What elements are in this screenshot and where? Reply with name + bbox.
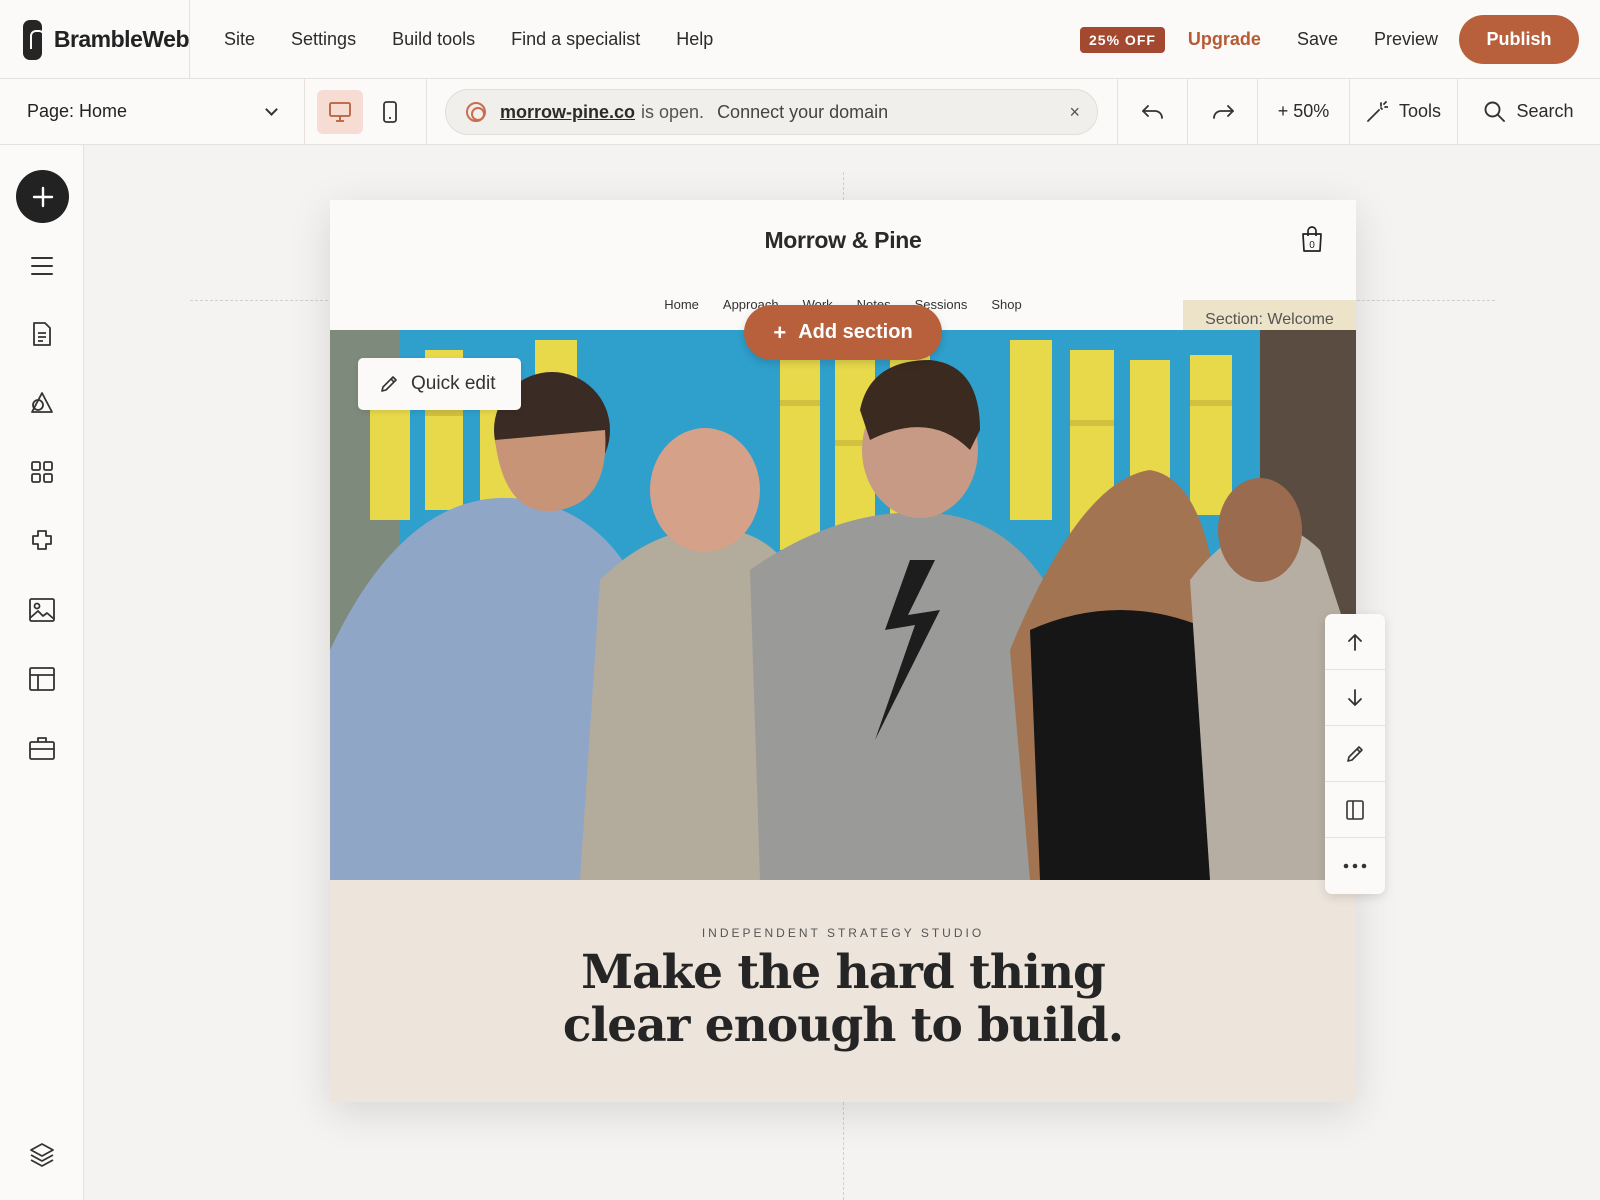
desktop-icon xyxy=(329,102,351,122)
table-icon[interactable] xyxy=(26,663,58,695)
brand-logo-icon xyxy=(23,19,45,60)
plus-icon: + xyxy=(773,319,787,345)
hero-photo-illustration xyxy=(330,330,1356,880)
layout-icon xyxy=(1346,799,1364,820)
quick-edit-label: Quick edit xyxy=(411,373,496,394)
add-section-label: Add section xyxy=(798,321,913,343)
search-button[interactable]: Search xyxy=(1457,79,1600,144)
plus-icon xyxy=(32,186,53,207)
edit-section-button[interactable] xyxy=(1325,726,1385,782)
blocks-icon[interactable] xyxy=(26,456,58,488)
site-nav-home[interactable]: Home xyxy=(664,297,699,312)
move-down-icon xyxy=(1348,688,1362,706)
device-toggle xyxy=(305,79,427,144)
redo-icon xyxy=(1212,104,1234,119)
mobile-icon xyxy=(383,101,397,123)
more-icon xyxy=(1343,863,1367,869)
connect-domain-link[interactable]: Connect your domain xyxy=(717,102,888,123)
cart-count: 0 xyxy=(1309,240,1315,251)
save-button[interactable]: Save xyxy=(1297,29,1338,50)
undo-icon xyxy=(1141,104,1163,119)
preview-button[interactable]: Preview xyxy=(1374,29,1438,50)
editor-toolbar: Page: Home morrow-pine.co is open. Conne… xyxy=(0,79,1600,145)
mobile-view-button[interactable] xyxy=(367,90,413,134)
domain-status-icon xyxy=(466,102,486,122)
brand[interactable]: BrambleWeb xyxy=(0,0,190,79)
main-nav: Site Settings Build tools Find a special… xyxy=(206,0,731,79)
quick-edit-button[interactable]: Quick edit xyxy=(358,358,521,410)
top-bar: BrambleWeb Site Settings Build tools Fin… xyxy=(0,0,1600,79)
header-actions: 25% OFF Upgrade Save Preview Publish xyxy=(1080,0,1579,79)
media-icon[interactable] xyxy=(26,594,58,626)
layout-button[interactable] xyxy=(1325,782,1385,838)
search-label: Search xyxy=(1516,101,1574,121)
design-icon[interactable] xyxy=(26,387,58,419)
nav-settings[interactable]: Settings xyxy=(291,29,356,50)
layers-icon[interactable] xyxy=(26,1139,58,1171)
domain-status-text: is open. xyxy=(641,101,705,122)
page-selector[interactable]: Page: Home xyxy=(0,79,305,144)
zoom-control[interactable]: + 50% xyxy=(1257,79,1349,144)
nav-find-specialist[interactable]: Find a specialist xyxy=(511,29,640,50)
redo-button[interactable] xyxy=(1187,79,1257,144)
move-down-button[interactable] xyxy=(1325,670,1385,726)
domain-link[interactable]: morrow-pine.co xyxy=(500,102,635,123)
tools-label: Tools xyxy=(1398,101,1442,121)
left-rail xyxy=(0,145,84,1200)
briefcase-icon[interactable] xyxy=(26,732,58,764)
undo-button[interactable] xyxy=(1117,79,1187,144)
add-element-button[interactable] xyxy=(16,170,69,223)
search-icon xyxy=(1485,101,1506,122)
page-selector-label: Page: Home xyxy=(27,101,128,121)
move-up-icon xyxy=(1348,633,1362,651)
hero-headline-line2: clear enough to build. xyxy=(562,998,1124,1053)
upgrade-link[interactable]: Upgrade xyxy=(1188,29,1261,50)
plugins-icon[interactable] xyxy=(26,525,58,557)
move-up-button[interactable] xyxy=(1325,614,1385,670)
brand-name: BrambleWeb xyxy=(53,26,190,52)
desktop-view-button[interactable] xyxy=(317,90,363,134)
hero-headline[interactable]: Make the hard thing clear enough to buil… xyxy=(330,946,1356,1052)
nav-site[interactable]: Site xyxy=(224,29,255,50)
zoom-label: + 50% xyxy=(1277,101,1330,121)
close-icon[interactable]: × xyxy=(1069,102,1080,123)
page-icon[interactable] xyxy=(26,318,58,350)
tools-button[interactable]: Tools xyxy=(1349,79,1457,144)
site-title[interactable]: Morrow & Pine xyxy=(330,227,1356,254)
domain-banner: morrow-pine.co is open. Connect your dom… xyxy=(445,89,1098,135)
nav-help[interactable]: Help xyxy=(676,29,713,50)
more-options-button[interactable] xyxy=(1325,838,1385,894)
hero-image[interactable] xyxy=(330,330,1356,880)
chevron-down-icon xyxy=(265,103,278,116)
site-nav-shop[interactable]: Shop xyxy=(991,297,1021,312)
magic-wand-icon xyxy=(1367,100,1388,122)
add-section-button[interactable]: + Add section xyxy=(744,305,942,360)
hero-eyebrow[interactable]: INDEPENDENT STRATEGY STUDIO xyxy=(330,926,1356,940)
section-toolbar xyxy=(1325,614,1385,894)
hero-text-block[interactable]: INDEPENDENT STRATEGY STUDIO Make the har… xyxy=(330,880,1356,1102)
publish-button[interactable]: Publish xyxy=(1459,15,1579,64)
pencil-icon xyxy=(381,376,397,392)
promo-badge[interactable]: 25% OFF xyxy=(1080,26,1165,53)
menu-icon[interactable] xyxy=(26,250,58,282)
edit-icon xyxy=(1347,745,1363,762)
nav-build-tools[interactable]: Build tools xyxy=(392,29,475,50)
hero-headline-line1: Make the hard thing xyxy=(581,945,1106,1000)
